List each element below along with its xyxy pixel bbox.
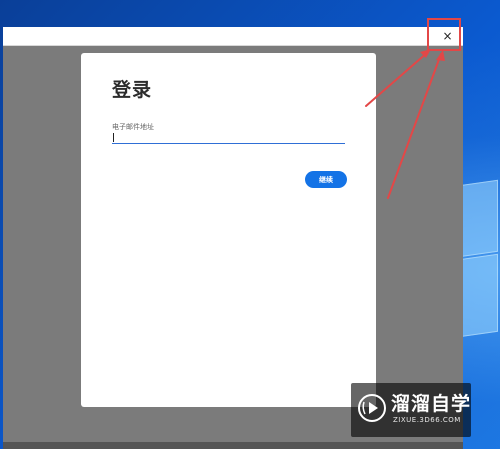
login-dialog: 登录 电子邮件地址 继续 xyxy=(81,53,376,407)
watermark-url: ZIXUE.3D66.COM xyxy=(393,416,461,424)
continue-button[interactable]: 继续 xyxy=(305,171,347,188)
email-field[interactable] xyxy=(112,131,345,144)
dialog-title: 登录 xyxy=(112,79,153,101)
window-titlebar: × xyxy=(3,27,463,46)
text-caret xyxy=(113,133,114,142)
watermark-brand: 溜溜自学 xyxy=(391,393,472,415)
window-bottom-strip xyxy=(3,442,463,449)
watermark-badge: 溜溜自学 ZIXUE.3D66.COM xyxy=(351,383,471,437)
play-icon xyxy=(358,394,386,422)
close-highlight-box xyxy=(427,18,461,51)
